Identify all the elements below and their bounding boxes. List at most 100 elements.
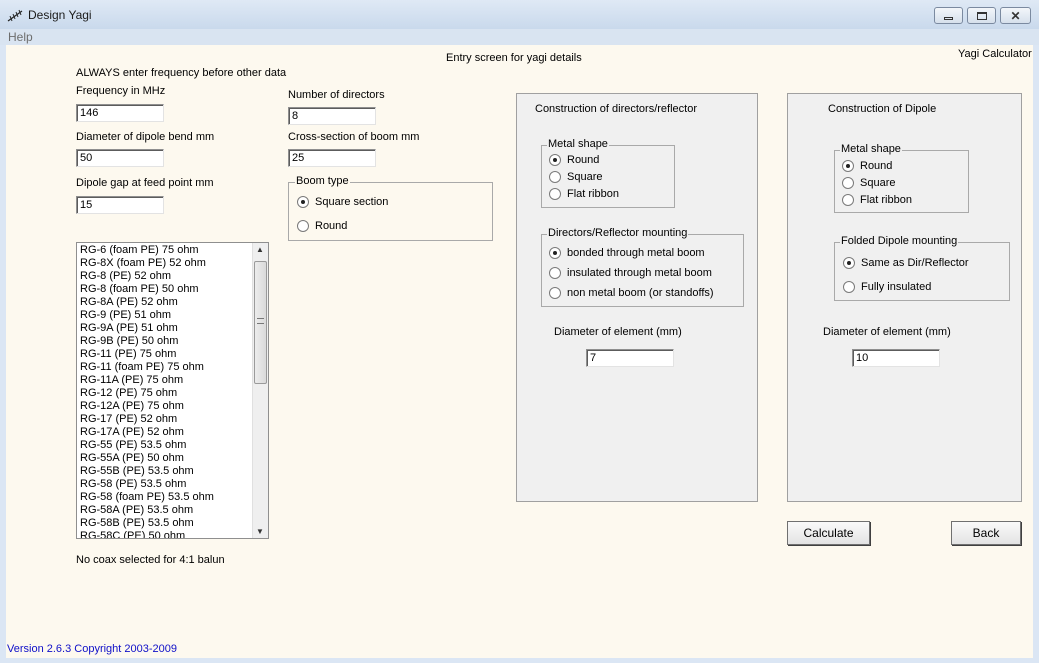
coax-list-item[interactable]: RG-17 (PE) 52 ohm xyxy=(80,413,252,426)
frequency-note: ALWAYS enter frequency before other data xyxy=(76,67,287,79)
coax-list-item[interactable]: RG-58A (PE) 53.5 ohm xyxy=(80,504,252,517)
radio-selected-icon xyxy=(842,160,854,172)
dipole-diameter-input[interactable]: 10 xyxy=(852,349,940,367)
dipole-gap-label: Dipole gap at feed point mm xyxy=(76,177,214,189)
scroll-down-icon[interactable]: ▼ xyxy=(256,527,264,536)
directors-panel-title: Construction of directors/reflector xyxy=(535,103,698,115)
coax-list-item[interactable]: RG-9 (PE) 51 ohm xyxy=(80,309,252,322)
directors-shape-round-radio[interactable]: Round xyxy=(549,154,599,166)
antenna-icon xyxy=(7,9,23,22)
directors-label: Number of directors xyxy=(288,89,385,101)
directors-mount-group: Directors/Reflector mounting bonded thro… xyxy=(541,227,744,307)
coax-list-item[interactable]: RG-8A (PE) 52 ohm xyxy=(80,296,252,309)
calculate-button[interactable]: Calculate xyxy=(787,521,870,545)
boom-round-label: Round xyxy=(315,220,348,232)
coax-list-item[interactable]: RG-8 (foam PE) 50 ohm xyxy=(80,283,252,296)
directors-shape-square-label: Square xyxy=(567,171,603,183)
close-button[interactable]: ✕ xyxy=(1000,7,1031,24)
radio-selected-icon xyxy=(549,154,561,166)
directors-input[interactable]: 8 xyxy=(288,107,376,125)
coax-list-item[interactable]: RG-9A (PE) 51 ohm xyxy=(80,322,252,335)
minimize-button[interactable] xyxy=(934,7,963,24)
mount-insulated-radio[interactable]: insulated through metal boom xyxy=(549,267,712,279)
coax-list-item[interactable]: RG-11 (PE) 75 ohm xyxy=(80,348,252,361)
coax-status: No coax selected for 4:1 balun xyxy=(76,554,225,566)
window-title: Design Yagi xyxy=(28,8,92,22)
directors-shape-round-label: Round xyxy=(567,154,600,166)
dipole-shape-square-radio[interactable]: Square xyxy=(842,177,895,189)
coax-list-item[interactable]: RG-12 (PE) 75 ohm xyxy=(80,387,252,400)
boom-square-radio[interactable]: Square section xyxy=(297,196,388,208)
dipole-bend-input[interactable]: 50 xyxy=(76,149,164,167)
maximize-button[interactable] xyxy=(967,7,996,24)
directors-mount-title: Directors/Reflector mounting xyxy=(547,227,689,239)
radio-unselected-icon xyxy=(549,188,561,200)
title-bar: Design Yagi ✕ xyxy=(0,0,1039,29)
coax-list-item[interactable]: RG-8X (foam PE) 52 ohm xyxy=(80,257,252,270)
dipole-mount-insulated-radio[interactable]: Fully insulated xyxy=(843,281,931,293)
radio-unselected-icon xyxy=(549,171,561,183)
radio-unselected-icon xyxy=(842,194,854,206)
menu-bar: Help xyxy=(0,29,1039,45)
radio-selected-icon xyxy=(297,196,309,208)
coax-list-item[interactable]: RG-6 (foam PE) 75 ohm xyxy=(80,244,252,257)
coax-list-item[interactable]: RG-11 (foam PE) 75 ohm xyxy=(80,361,252,374)
version-text: Version 2.6.3 Copyright 2003-2009 xyxy=(7,643,178,655)
dipole-gap-input[interactable]: 15 xyxy=(76,196,164,214)
coax-list-item[interactable]: RG-9B (PE) 50 ohm xyxy=(80,335,252,348)
coax-list-item[interactable]: RG-58C (PE) 50 ohm xyxy=(80,530,252,538)
mount-nonmetal-label: non metal boom (or standoffs) xyxy=(567,287,714,299)
frequency-input[interactable]: 146 xyxy=(76,104,164,122)
back-button[interactable]: Back xyxy=(951,521,1021,545)
coax-list-item[interactable]: RG-58 (foam PE) 53.5 ohm xyxy=(80,491,252,504)
mount-bonded-radio[interactable]: bonded through metal boom xyxy=(549,247,705,259)
directors-shape-group: Metal shape Round Square Flat ribbon xyxy=(541,138,675,208)
coax-items: RG-6 (foam PE) 75 ohm RG-8X (foam PE) 52 … xyxy=(80,244,252,538)
menu-item-help[interactable]: Help xyxy=(8,30,33,44)
grip-icon xyxy=(257,318,264,324)
dipole-shape-flat-radio[interactable]: Flat ribbon xyxy=(842,194,912,206)
dipole-shape-round-radio[interactable]: Round xyxy=(842,160,892,172)
dipole-diameter-label: Diameter of element (mm) xyxy=(823,326,951,338)
dipole-shape-round-label: Round xyxy=(860,160,893,172)
mount-nonmetal-radio[interactable]: non metal boom (or standoffs) xyxy=(549,287,714,299)
coax-listbox[interactable]: RG-6 (foam PE) 75 ohm RG-8X (foam PE) 52 … xyxy=(76,242,269,539)
boom-type-group: Boom type Square section Round xyxy=(288,175,493,241)
radio-unselected-icon xyxy=(842,177,854,189)
coax-list-item[interactable]: RG-55A (PE) 50 ohm xyxy=(80,452,252,465)
mount-bonded-label: bonded through metal boom xyxy=(567,247,705,259)
coax-list-item[interactable]: RG-55B (PE) 53.5 ohm xyxy=(80,465,252,478)
dipole-shape-flat-label: Flat ribbon xyxy=(860,194,912,206)
boom-size-label: Cross-section of boom mm xyxy=(288,131,420,143)
dipole-mount-insulated-label: Fully insulated xyxy=(861,281,932,293)
boom-round-radio[interactable]: Round xyxy=(297,220,347,232)
minimize-icon xyxy=(944,16,953,20)
mount-insulated-label: insulated through metal boom xyxy=(567,267,712,279)
coax-list-item[interactable]: RG-11A (PE) 75 ohm xyxy=(80,374,252,387)
dipole-mount-same-radio[interactable]: Same as Dir/Reflector xyxy=(843,257,969,269)
scroll-thumb[interactable] xyxy=(254,261,267,384)
directors-shape-title: Metal shape xyxy=(547,138,609,150)
dipole-shape-group: Metal shape Round Square Flat ribbon xyxy=(834,143,969,213)
directors-shape-flat-radio[interactable]: Flat ribbon xyxy=(549,188,619,200)
dipole-mount-title: Folded Dipole mounting xyxy=(840,235,959,247)
scroll-up-icon[interactable]: ▲ xyxy=(256,245,264,254)
coax-list-item[interactable]: RG-55 (PE) 53.5 ohm xyxy=(80,439,252,452)
coax-scrollbar[interactable]: ▲ ▼ xyxy=(252,243,268,538)
coax-list-item[interactable]: RG-8 (PE) 52 ohm xyxy=(80,270,252,283)
radio-unselected-icon xyxy=(297,220,309,232)
dipole-shape-square-label: Square xyxy=(860,177,896,189)
coax-list-item[interactable]: RG-17A (PE) 52 ohm xyxy=(80,426,252,439)
directors-shape-square-radio[interactable]: Square xyxy=(549,171,602,183)
coax-list-item[interactable]: RG-12A (PE) 75 ohm xyxy=(80,400,252,413)
frequency-label: Frequency in MHz xyxy=(76,85,166,97)
coax-list-item[interactable]: RG-58B (PE) 53.5 ohm xyxy=(80,517,252,530)
boom-square-label: Square section xyxy=(315,196,389,208)
boom-size-input[interactable]: 25 xyxy=(288,149,376,167)
radio-unselected-icon xyxy=(549,287,561,299)
entry-heading: Entry screen for yagi details xyxy=(446,52,582,64)
directors-diameter-input[interactable]: 7 xyxy=(586,349,674,367)
dipole-panel: Construction of Dipole Metal shape Round… xyxy=(787,93,1022,502)
directors-diameter-label: Diameter of element (mm) xyxy=(554,326,682,338)
coax-list-item[interactable]: RG-58 (PE) 53.5 ohm xyxy=(80,478,252,491)
